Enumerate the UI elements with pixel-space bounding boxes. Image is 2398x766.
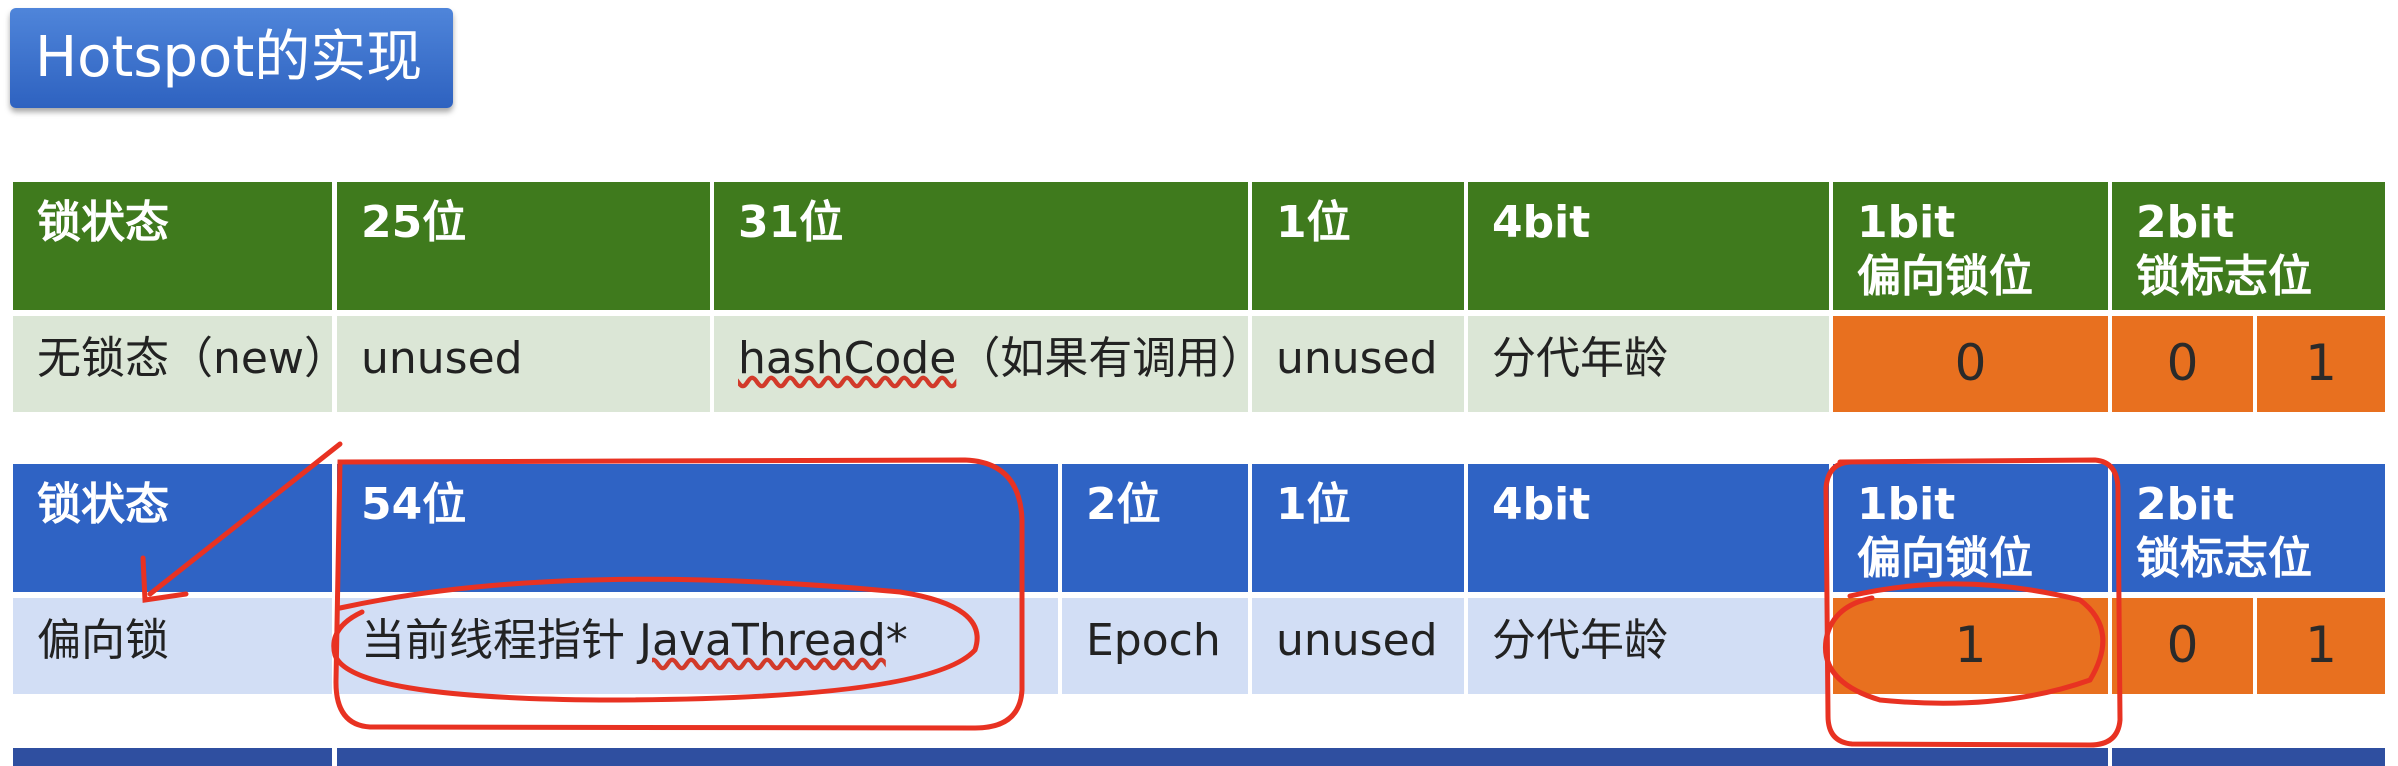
annotation-ellipse-thread [331, 576, 980, 703]
red-annotations [140, 441, 2123, 748]
annotation-ellipse-biased-bit [1822, 581, 2106, 706]
annotation-arrow-line [147, 441, 343, 597]
